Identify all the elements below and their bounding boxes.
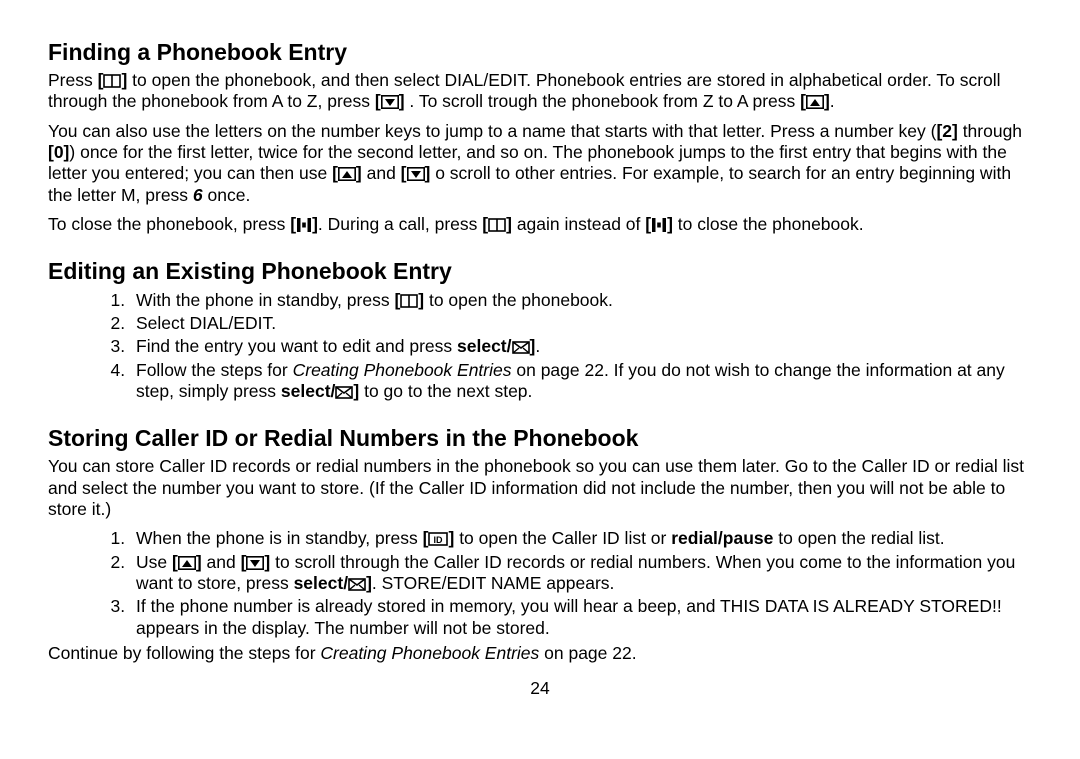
text: Find the entry you want to edit and pres… <box>136 336 457 356</box>
text: . During a call, press <box>318 214 482 234</box>
key-2: [2] <box>936 121 957 141</box>
heading-finding: Finding a Phonebook Entry <box>48 38 1032 66</box>
key-0: [0] <box>48 142 69 162</box>
text: Press <box>48 70 98 90</box>
envelope-icon <box>335 385 353 399</box>
text: . STORE/EDIT NAME appears. <box>372 573 615 593</box>
end-call-icon <box>651 217 667 232</box>
text: to go to the next step. <box>364 381 532 401</box>
book-icon <box>400 293 418 308</box>
envelope-icon <box>512 340 530 354</box>
list-item: Select DIAL/EDIT. <box>130 313 1032 334</box>
text: to close the phonebook. <box>678 214 864 234</box>
up-triangle-icon <box>806 95 824 109</box>
editing-steps: With the phone in standby, press [] to o… <box>48 290 1032 403</box>
text: . <box>535 336 540 356</box>
envelope-icon <box>348 577 366 591</box>
up-triangle-icon <box>338 167 356 181</box>
text: select/ <box>294 573 348 593</box>
storing-continue: Continue by following the steps for Crea… <box>48 643 1032 664</box>
text: Continue by following the steps for <box>48 643 320 663</box>
list-item: With the phone in standby, press [] to o… <box>130 290 1032 311</box>
key-6: 6 <box>193 185 203 205</box>
list-item: Follow the steps for Creating Phonebook … <box>130 360 1032 403</box>
down-triangle-icon <box>381 95 399 109</box>
text: When the phone is in standby, press <box>136 528 423 548</box>
list-item: When the phone is in standby, press [] t… <box>130 528 1032 549</box>
list-item: Find the entry you want to edit and pres… <box>130 336 1032 357</box>
text: again instead of <box>517 214 645 234</box>
text: To close the phonebook, press <box>48 214 290 234</box>
finding-para-3: To close the phonebook, press []. During… <box>48 214 1032 235</box>
text: . <box>830 91 835 111</box>
text: to open the phonebook. <box>429 290 613 310</box>
list-item: If the phone number is already stored in… <box>130 596 1032 639</box>
redial-pause-key: redial/pause <box>671 528 773 548</box>
page-number: 24 <box>48 678 1032 699</box>
down-triangle-icon <box>407 167 425 181</box>
storing-intro: You can store Caller ID records or redia… <box>48 456 1032 520</box>
text: . To scroll trough the phonebook from Z … <box>409 91 800 111</box>
text: You can also use the letters on the numb… <box>48 121 936 141</box>
ref-creating-entries: Creating Phonebook Entries <box>293 360 512 380</box>
text: Follow the steps for <box>136 360 293 380</box>
book-icon <box>488 217 506 232</box>
storing-steps: When the phone is in standby, press [] t… <box>48 528 1032 639</box>
text: on page 22. <box>539 643 636 663</box>
finding-para-2: You can also use the letters on the numb… <box>48 121 1032 206</box>
text: through <box>958 121 1022 141</box>
text: select/ <box>457 336 511 356</box>
text: select/ <box>281 381 335 401</box>
list-item: Use [] and [] to scroll through the Call… <box>130 552 1032 595</box>
caller-id-icon <box>428 531 448 546</box>
text: and <box>367 163 401 183</box>
end-call-icon <box>296 217 312 232</box>
finding-para-1: Press [] to open the phonebook, and then… <box>48 70 1032 113</box>
text: Use <box>136 552 172 572</box>
ref-creating-entries: Creating Phonebook Entries <box>320 643 539 663</box>
text: once. <box>203 185 251 205</box>
down-triangle-icon <box>246 556 264 570</box>
text: to open the Caller ID list or <box>459 528 671 548</box>
heading-storing: Storing Caller ID or Redial Numbers in t… <box>48 424 1032 452</box>
text: and <box>207 552 241 572</box>
up-triangle-icon <box>178 556 196 570</box>
text: With the phone in standby, press <box>136 290 394 310</box>
heading-editing: Editing an Existing Phonebook Entry <box>48 257 1032 285</box>
text: to open the redial list. <box>778 528 944 548</box>
book-icon <box>103 73 121 88</box>
